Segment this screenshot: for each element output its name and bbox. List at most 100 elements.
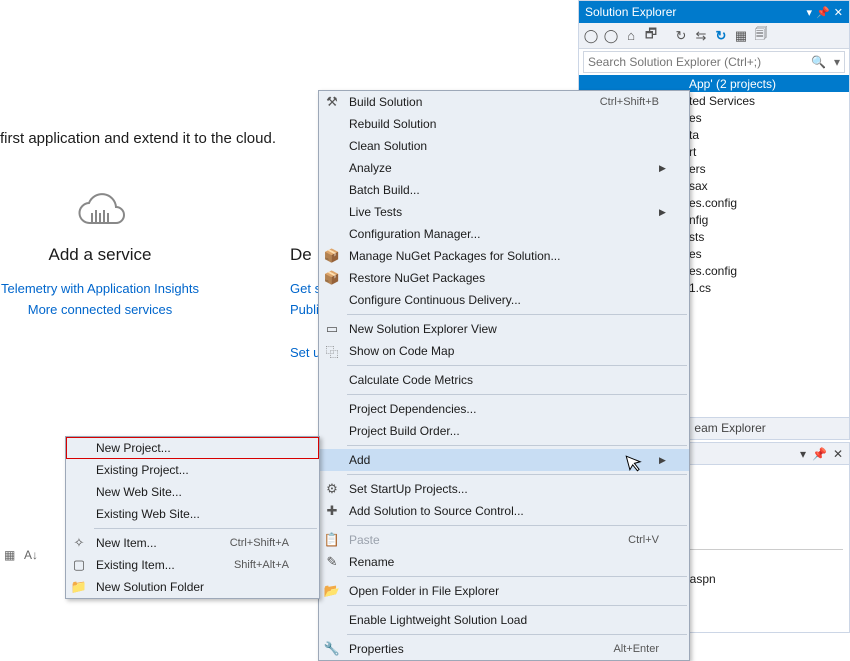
pin-icon[interactable]: 📌: [812, 447, 827, 461]
panel-dropdown-icon[interactable]: ▾: [807, 6, 813, 19]
service-title: Add a service: [0, 245, 200, 265]
menu-label: Open Folder in File Explorer: [345, 584, 659, 598]
submenu-arrow-icon: ▶: [659, 207, 669, 218]
menu-label: Rebuild Solution: [345, 117, 659, 131]
menu-label: Set StartUp Projects...: [345, 482, 659, 496]
search-dropdown-icon[interactable]: ▾: [830, 55, 844, 69]
close-icon[interactable]: ✕: [833, 447, 843, 461]
menu-shortcut: Ctrl+V: [604, 534, 659, 546]
scc-icon: ✚: [319, 503, 345, 519]
search-input[interactable]: [584, 55, 807, 69]
menu-separator: [347, 605, 687, 606]
menu-item-project-dependencies[interactable]: Project Dependencies...: [319, 398, 689, 420]
menu-item-show-on-code-map[interactable]: ⿻Show on Code Map: [319, 340, 689, 362]
menu-item-configure-continuous-delivery[interactable]: Configure Continuous Delivery...: [319, 289, 689, 311]
menu-item-live-tests[interactable]: Live Tests▶: [319, 201, 689, 223]
collapse-icon[interactable]: ⇆: [693, 28, 709, 44]
sync-icon[interactable]: 🗗: [643, 28, 659, 44]
submenu-item-new-item[interactable]: ✧New Item...Ctrl+Shift+A: [66, 532, 319, 554]
search-icon[interactable]: 🔍: [807, 55, 830, 69]
menu-label: Manage NuGet Packages for Solution...: [345, 249, 659, 263]
tab-team-explorer[interactable]: eam Explorer: [686, 418, 773, 439]
submenu-arrow-icon: ▶: [659, 455, 669, 466]
show-all-icon[interactable]: ▦: [733, 28, 749, 44]
nuget-icon: 📦: [319, 270, 345, 286]
link-more-services[interactable]: More connected services: [0, 302, 200, 317]
rename-icon: ✎: [319, 554, 345, 570]
menu-label: Enable Lightweight Solution Load: [345, 613, 659, 627]
menu-label: Clean Solution: [345, 139, 659, 153]
submenu-item-new-web-site[interactable]: New Web Site...: [66, 481, 319, 503]
menu-item-add-solution-to-source-control[interactable]: ✚Add Solution to Source Control...: [319, 500, 689, 522]
sort-icon[interactable]: A↓: [24, 548, 40, 564]
bottom-toolbar: ▦ A↓: [4, 548, 40, 564]
add-submenu[interactable]: New Project... Existing Project... New Web…: [65, 436, 320, 599]
menu-separator: [347, 445, 687, 446]
menu-item-rename[interactable]: ✎Rename: [319, 551, 689, 573]
submenu-item-existing-project[interactable]: Existing Project...: [66, 459, 319, 481]
menu-label: Add: [345, 453, 659, 467]
build-icon: ⚒: [319, 94, 345, 110]
menu-label: Paste: [345, 533, 604, 547]
submenu-item-new-project[interactable]: New Project...: [66, 437, 319, 459]
solution-context-menu[interactable]: ⚒Build SolutionCtrl+Shift+B Rebuild Solut…: [318, 90, 690, 661]
menu-label: Existing Web Site...: [92, 507, 289, 521]
menu-shortcut: Ctrl+Shift+A: [206, 537, 289, 549]
properties-icon[interactable]: 🗐: [753, 28, 769, 44]
menu-item-configuration-manager[interactable]: Configuration Manager...: [319, 223, 689, 245]
menu-item-analyze[interactable]: Analyze▶: [319, 157, 689, 179]
link-telemetry[interactable]: Telemetry with Application Insights: [0, 281, 200, 296]
refresh-icon[interactable]: ↻: [673, 28, 689, 44]
menu-item-batch-build[interactable]: Batch Build...: [319, 179, 689, 201]
home-icon[interactable]: ⌂: [623, 28, 639, 44]
menu-label: Project Build Order...: [345, 424, 659, 438]
menu-shortcut: Alt+Enter: [589, 643, 659, 655]
back-icon[interactable]: ◯: [583, 28, 599, 44]
menu-separator: [347, 394, 687, 395]
menu-separator: [347, 634, 687, 635]
menu-label: Configure Continuous Delivery...: [345, 293, 659, 307]
menu-item-paste[interactable]: 📋PasteCtrl+V: [319, 529, 689, 551]
menu-separator: [347, 314, 687, 315]
category-icon[interactable]: ▦: [4, 548, 20, 564]
menu-item-manage-nuget-packages-for-solution[interactable]: 📦Manage NuGet Packages for Solution...: [319, 245, 689, 267]
panel-title-bar: Solution Explorer ▾ 📌 ✕: [579, 1, 849, 23]
sync-active-icon[interactable]: ↻: [713, 28, 729, 44]
menu-label: Show on Code Map: [345, 344, 659, 358]
menu-separator: [94, 528, 317, 529]
menu-separator: [347, 474, 687, 475]
menu-item-open-folder-in-file-explorer[interactable]: 📂Open Folder in File Explorer: [319, 580, 689, 602]
menu-item-add[interactable]: Add▶: [319, 449, 689, 471]
menu-item-restore-nuget-packages[interactable]: 📦Restore NuGet Packages: [319, 267, 689, 289]
submenu-item-existing-web-site[interactable]: Existing Web Site...: [66, 503, 319, 525]
close-icon[interactable]: ✕: [834, 6, 843, 19]
menu-item-enable-lightweight-solution-load[interactable]: Enable Lightweight Solution Load: [319, 609, 689, 631]
menu-item-calculate-code-metrics[interactable]: Calculate Code Metrics: [319, 369, 689, 391]
forward-icon[interactable]: ◯: [603, 28, 619, 44]
pin-icon[interactable]: 📌: [816, 6, 830, 19]
menu-item-set-startup-projects[interactable]: ⚙Set StartUp Projects...: [319, 478, 689, 500]
new-item-icon: ✧: [66, 535, 92, 551]
submenu-item-existing-item[interactable]: ▢Existing Item...Shift+Alt+A: [66, 554, 319, 576]
submenu-item-new-solution-folder[interactable]: 📁New Solution Folder: [66, 576, 319, 598]
menu-separator: [347, 365, 687, 366]
submenu-arrow-icon: ▶: [659, 163, 669, 174]
menu-item-build-solution[interactable]: ⚒Build SolutionCtrl+Shift+B: [319, 91, 689, 113]
panel-dropdown-icon[interactable]: ▾: [800, 447, 806, 461]
solution-explorer-toolbar: ◯ ◯ ⌂ 🗗 ↻ ⇆ ↻ ▦ 🗐: [579, 23, 849, 49]
menu-label: New Project...: [92, 441, 289, 455]
menu-label: New Solution Explorer View: [345, 322, 659, 336]
menu-item-new-solution-explorer-view[interactable]: ▭New Solution Explorer View: [319, 318, 689, 340]
menu-label: New Web Site...: [92, 485, 289, 499]
menu-item-clean-solution[interactable]: Clean Solution: [319, 135, 689, 157]
menu-item-rebuild-solution[interactable]: Rebuild Solution: [319, 113, 689, 135]
menu-label: Existing Project...: [92, 463, 289, 477]
menu-label: Properties: [345, 642, 589, 656]
menu-label: Existing Item...: [92, 558, 210, 572]
menu-label: Calculate Code Metrics: [345, 373, 659, 387]
search-box[interactable]: 🔍 ▾: [583, 51, 845, 73]
menu-label: Rename: [345, 555, 659, 569]
codemap-icon: ⿻: [319, 342, 345, 361]
menu-item-properties[interactable]: 🔧PropertiesAlt+Enter: [319, 638, 689, 660]
menu-item-project-build-order[interactable]: Project Build Order...: [319, 420, 689, 442]
